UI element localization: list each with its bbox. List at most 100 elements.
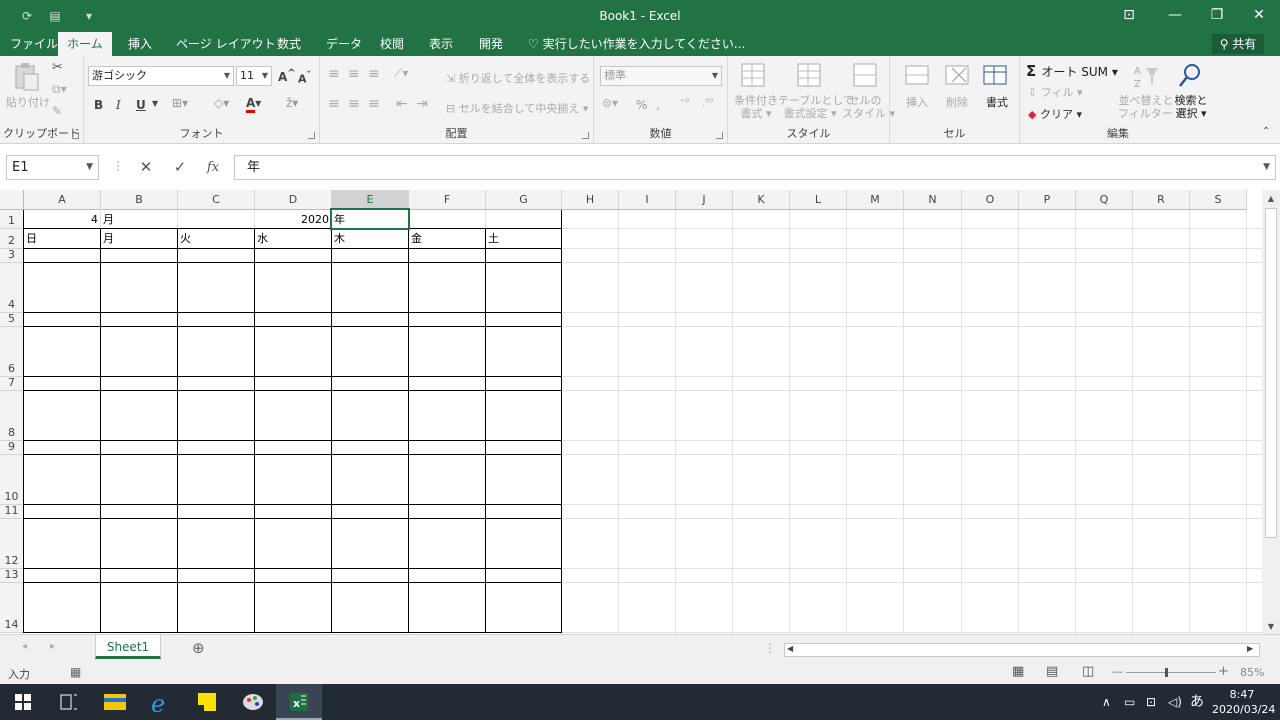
align-center-icon[interactable]: ≡ — [348, 96, 360, 112]
page-break-view-icon[interactable]: ◫ — [1082, 664, 1094, 679]
normal-view-icon[interactable]: ▦ — [1012, 664, 1024, 679]
decrease-decimal-icon[interactable]: .⁰⁰ — [702, 98, 713, 109]
shrink-font-button[interactable]: Aˇ — [298, 70, 311, 86]
column-header-o[interactable]: O — [962, 190, 1019, 210]
cell-g2[interactable]: 土 — [488, 229, 559, 248]
number-format-select[interactable]: 標準 ▼ — [600, 66, 722, 86]
cell-c2[interactable]: 火 — [180, 229, 252, 248]
cut-icon[interactable]: ✂ — [52, 60, 63, 75]
format-cells-label[interactable]: 書式 — [986, 94, 1008, 110]
find-select-button[interactable]: 検索と 選択 ▾ — [1174, 94, 1208, 120]
scroll-down-icon[interactable]: ▼ — [1262, 622, 1280, 631]
row-header-1[interactable]: 1 — [0, 210, 24, 229]
format-as-table-icon[interactable] — [796, 62, 824, 90]
next-sheet-icon[interactable]: ▸ — [50, 641, 55, 652]
align-left-icon[interactable]: ≡ — [328, 96, 340, 112]
scroll-up-icon[interactable]: ▲ — [1262, 194, 1280, 203]
zoom-level[interactable]: 85% — [1240, 666, 1264, 679]
scroll-left-icon[interactable]: ◀ — [787, 644, 793, 653]
row-header-11[interactable]: 11 — [0, 504, 24, 519]
row-header-9[interactable]: 9 — [0, 440, 24, 455]
paste-label[interactable]: 貼り付け — [6, 94, 50, 110]
increase-indent-icon[interactable]: ⇥ — [416, 96, 428, 112]
align-middle-icon[interactable]: ≡ — [348, 66, 360, 82]
excel-taskbar-icon[interactable]: x — [276, 684, 322, 720]
chevron-down-icon[interactable]: ▼ — [152, 99, 158, 108]
column-header-a[interactable]: A — [24, 190, 101, 210]
volume-icon[interactable]: ◁) — [1168, 684, 1182, 720]
ime-indicator[interactable]: あ — [1190, 684, 1204, 720]
fill-color-icon[interactable]: ◇▾ — [214, 96, 229, 110]
clear-button[interactable]: ◆ クリア ▾ — [1028, 106, 1082, 122]
bold-button[interactable]: B — [94, 98, 103, 112]
delete-cells-icon[interactable] — [944, 62, 972, 90]
network-icon[interactable]: ⊡ — [1146, 684, 1156, 720]
row-header-3[interactable]: 3 — [0, 248, 24, 263]
active-cell-selection[interactable] — [330, 208, 410, 230]
paint-icon[interactable] — [230, 684, 276, 720]
column-header-c[interactable]: C — [178, 190, 255, 210]
row-header-8[interactable]: 8 — [0, 391, 24, 441]
expand-formula-icon[interactable]: ▼ — [1263, 156, 1270, 179]
phonetic-icon[interactable]: ž▾ — [286, 96, 298, 110]
underline-button[interactable]: U — [136, 98, 146, 112]
cell-f2[interactable]: 金 — [411, 229, 483, 248]
increase-decimal-icon[interactable]: ⁺⁰ — [680, 98, 689, 109]
name-box[interactable]: E1 ▼ — [6, 155, 99, 180]
row-header-2[interactable]: 2 — [0, 229, 24, 249]
fill-button[interactable]: ⇩ フィル ▾ — [1028, 84, 1083, 100]
column-header-s[interactable]: S — [1190, 190, 1247, 210]
align-top-icon[interactable]: ≡ — [328, 66, 340, 82]
tab-data[interactable]: データ — [324, 32, 364, 56]
tab-home[interactable]: ホーム — [58, 32, 112, 56]
column-header-i[interactable]: I — [619, 190, 676, 210]
zoom-in-icon[interactable]: + — [1218, 664, 1229, 679]
column-header-p[interactable]: P — [1019, 190, 1076, 210]
tab-insert[interactable]: 挿入 — [126, 32, 154, 56]
tell-me-box[interactable]: ♡ 実行したい作業を入力してください... — [528, 32, 745, 56]
cell-b1[interactable]: 月 — [103, 210, 175, 229]
close-button[interactable]: ✕ — [1236, 0, 1280, 32]
autosum-button[interactable]: Σ オート SUM ▾ — [1026, 62, 1118, 80]
insert-cells-icon[interactable] — [904, 62, 932, 90]
percent-button[interactable]: % — [636, 98, 647, 112]
zoom-slider[interactable] — [1126, 672, 1216, 673]
row-header-12[interactable]: 12 — [0, 519, 24, 569]
sort-filter-icon[interactable]: AZ — [1132, 62, 1160, 90]
row-header-6[interactable]: 6 — [0, 327, 24, 377]
comma-button[interactable]: , — [656, 98, 660, 112]
format-cells-icon[interactable] — [982, 62, 1010, 90]
conditional-format-icon[interactable] — [740, 62, 768, 90]
tab-review[interactable]: 校閲 — [378, 32, 406, 56]
vertical-scroll-thumb[interactable] — [1265, 208, 1277, 538]
row-header-14[interactable]: 14 — [0, 583, 24, 633]
column-header-k[interactable]: K — [733, 190, 790, 210]
column-header-g[interactable]: G — [486, 190, 562, 210]
cell-a1[interactable]: 4 — [26, 210, 98, 229]
tab-page-layout[interactable]: ページ レイアウト — [174, 32, 278, 56]
copy-icon[interactable]: ⧉▾ — [52, 82, 67, 97]
font-color-button[interactable]: A▾ — [246, 96, 261, 113]
font-size-select[interactable]: 11 ▼ — [236, 66, 272, 86]
clipboard-launcher-icon[interactable] — [72, 132, 79, 139]
task-view-icon[interactable] — [46, 684, 92, 720]
sort-filter-button[interactable]: 並べ替えと フィルター ▾ — [1118, 94, 1182, 120]
internet-explorer-icon[interactable]: e — [138, 684, 184, 720]
column-header-n[interactable]: N — [904, 190, 962, 210]
insert-function-button[interactable]: fx — [201, 155, 225, 180]
column-header-m[interactable]: M — [847, 190, 904, 210]
minimize-button[interactable]: — — [1152, 0, 1198, 32]
conditional-format-button[interactable]: 条件付き 書式 ▾ — [732, 94, 780, 120]
sticky-notes-icon[interactable] — [184, 684, 230, 720]
currency-icon[interactable]: ⊜▾ — [602, 96, 618, 110]
column-header-e[interactable]: E — [332, 190, 409, 210]
splitter-icon[interactable]: ⋮ — [764, 641, 776, 655]
column-header-b[interactable]: B — [101, 190, 178, 210]
number-launcher-icon[interactable] — [716, 132, 723, 139]
zoom-slider-thumb[interactable] — [1165, 668, 1168, 677]
row-header-4[interactable]: 4 — [0, 263, 24, 313]
column-header-r[interactable]: R — [1133, 190, 1190, 210]
horizontal-scrollbar[interactable]: ◀ ▶ — [784, 643, 1260, 657]
file-explorer-icon[interactable] — [92, 684, 138, 720]
find-select-icon[interactable] — [1176, 62, 1204, 90]
